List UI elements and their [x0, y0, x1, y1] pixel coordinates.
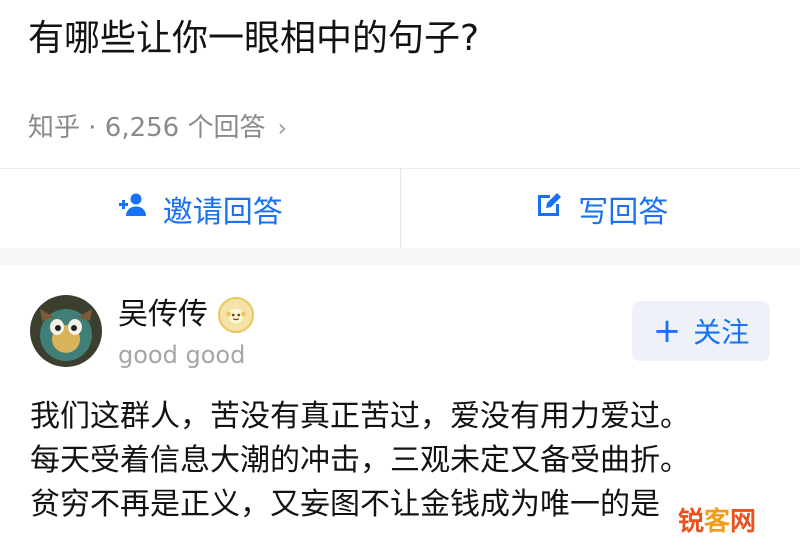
site-watermark: 锐客网: [675, 501, 758, 538]
author-bio: good good: [118, 341, 246, 369]
question-title[interactable]: 有哪些让你一眼相中的句子?: [28, 14, 479, 64]
invite-answer-button[interactable]: 邀请回答: [0, 169, 400, 248]
avatar[interactable]: [30, 295, 102, 367]
answer-line: 我们这群人，苦没有真正苦过，爱没有用力爱过。: [30, 399, 690, 434]
action-bar: 邀请回答 写回答: [0, 169, 800, 248]
answer-line: 每天受着信息大潮的冲击，三观未定又备受曲折。: [30, 443, 690, 478]
write-answer-button[interactable]: 写回答: [401, 169, 800, 248]
edit-icon: [532, 189, 564, 229]
chevron-right-icon: ›: [277, 114, 288, 142]
follow-button[interactable]: + 关注: [632, 301, 770, 361]
follow-label: 关注: [693, 316, 750, 349]
plus-icon: +: [652, 311, 682, 351]
question-header: 有哪些让你一眼相中的句子? 知乎 · 6,256 个回答 ›: [0, 0, 800, 169]
add-user-icon: [117, 189, 149, 229]
author-name[interactable]: 吴传传: [118, 295, 208, 335]
question-meta[interactable]: 知乎 · 6,256 个回答 ›: [28, 110, 287, 146]
answer-count: 知乎 · 6,256 个回答: [28, 113, 266, 143]
author-name-row: 吴传传: [118, 295, 254, 335]
invite-answer-label: 邀请回答: [162, 194, 283, 230]
monkey-badge-icon: [218, 297, 254, 333]
write-answer-label: 写回答: [578, 194, 669, 230]
